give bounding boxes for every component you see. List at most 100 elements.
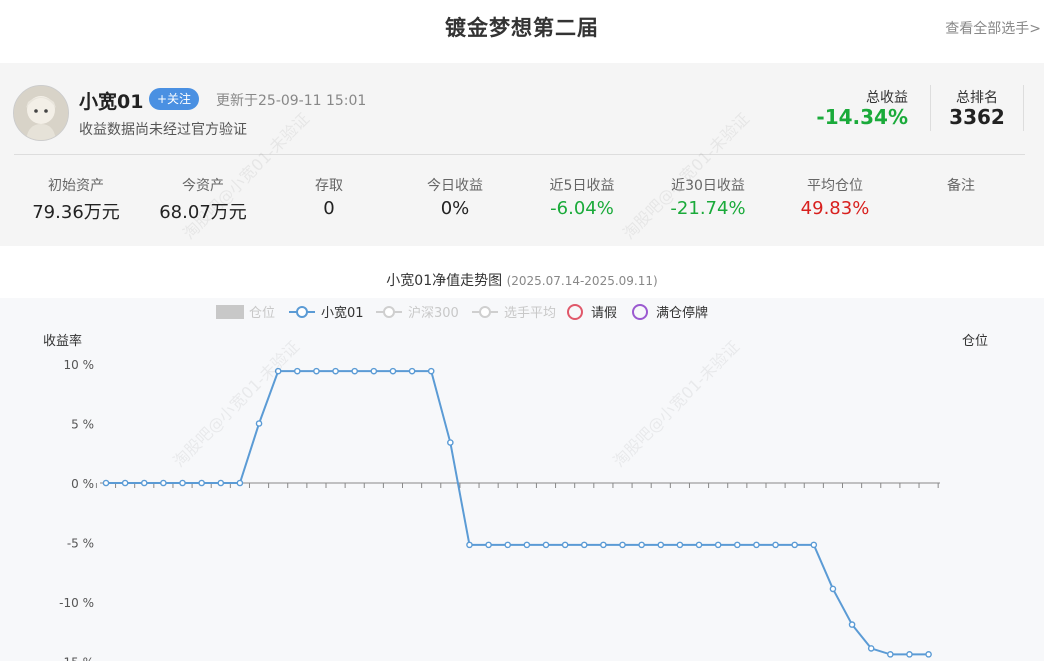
- chart-title: 小宽01净值走势图 (2025.07.14-2025.09.11): [0, 270, 1044, 290]
- data-point: [829, 585, 837, 593]
- data-point: [427, 367, 435, 375]
- legend-swatch: [383, 306, 395, 318]
- top-bar: 镀金梦想第二届 查看全部选手>: [0, 0, 1044, 62]
- data-point: [580, 541, 588, 549]
- legend-item[interactable]: 请假: [567, 304, 617, 321]
- data-point: [887, 651, 894, 658]
- legend-item[interactable]: 满仓停牌: [632, 304, 708, 321]
- stat-label: 今资产: [182, 178, 224, 194]
- data-point: [695, 541, 703, 549]
- stat-value: 68.07万元: [159, 202, 247, 223]
- stat-value: -21.74%: [670, 198, 746, 219]
- data-point: [389, 367, 397, 375]
- data-point: [293, 367, 301, 375]
- stat-label: 初始资产: [48, 178, 104, 194]
- data-point: [255, 420, 263, 427]
- data-point: [867, 645, 875, 652]
- legend-swatch: [216, 305, 244, 319]
- stat-value: 0: [323, 198, 335, 219]
- stat-remarks: 备注: [901, 175, 1021, 198]
- data-point: [140, 479, 148, 487]
- data-point: [504, 541, 512, 549]
- data-point: [772, 541, 779, 549]
- data-point: [447, 439, 454, 446]
- data-point: [600, 541, 607, 549]
- data-point: [236, 479, 244, 487]
- data-point: [370, 367, 378, 375]
- data-point: [714, 541, 722, 549]
- legend-label: 满仓停牌: [656, 305, 708, 321]
- y-tick-label: 0 %: [71, 477, 94, 491]
- avatar[interactable]: [13, 85, 69, 141]
- chart-date-range: (2025.07.14-2025.09.11): [506, 274, 658, 288]
- data-point: [848, 621, 856, 628]
- data-point: [906, 651, 913, 658]
- data-point: [179, 479, 186, 487]
- y-axis-label-left: 收益率: [43, 333, 82, 349]
- page-title: 镀金梦想第二届: [445, 16, 599, 40]
- legend-label: 小宽01: [321, 305, 364, 321]
- y-tick-label: -10 %: [59, 596, 94, 610]
- stat-label: 近5日收益: [549, 178, 615, 194]
- y-axis-label-right: 仓位: [962, 334, 988, 349]
- stat-value: -6.04%: [550, 198, 614, 219]
- total-return-value: -14.34%: [816, 105, 908, 129]
- legend-swatch: [296, 306, 308, 318]
- chart-axes: 10 % 5 % 0 % -5 % -10 % -15 %: [59, 358, 940, 661]
- data-point: [810, 541, 818, 549]
- view-all-players-link[interactable]: 查看全部选手>: [945, 18, 1041, 38]
- data-point: [542, 541, 550, 549]
- stat-initial-assets: 初始资产 79.36万元: [16, 175, 136, 224]
- avatar-illustration: [14, 86, 68, 140]
- return-chart: 仓位 小宽01 沪深300 选手平均 请假 满仓停牌 收益率 仓位 10 % 5 % 0 % -…: [43, 304, 988, 661]
- y-tick-label: -15 %: [59, 656, 94, 661]
- data-point: [121, 479, 129, 487]
- data-point: [619, 541, 626, 549]
- stat-value: 49.83%: [800, 198, 870, 219]
- data-point: [313, 367, 320, 375]
- total-rank-label: 总排名: [956, 90, 998, 106]
- chart-title-text: 小宽01净值走势图: [386, 273, 503, 289]
- data-point: [217, 479, 225, 487]
- stat-label: 平均仓位: [807, 178, 863, 194]
- data-point: [408, 367, 416, 375]
- stat-label: 近30日收益: [671, 178, 745, 194]
- legend-item[interactable]: 仓位: [216, 305, 275, 321]
- stat-label: 存取: [315, 178, 343, 194]
- legend-item[interactable]: 选手平均: [472, 306, 556, 321]
- stat-30day-return: 近30日收益 -21.74%: [648, 175, 768, 219]
- legend-label: 仓位: [249, 306, 275, 321]
- stat-label: 今日收益: [427, 178, 483, 194]
- stat-5day-return: 近5日收益 -6.04%: [522, 175, 642, 219]
- stat-value: 0%: [440, 198, 470, 219]
- stat-label: 备注: [947, 178, 975, 194]
- updated-timestamp: 更新于25-09-11 15:01: [216, 93, 367, 109]
- data-point: [160, 479, 167, 487]
- watermark: 淘股吧@小宽01-未验证: [609, 337, 743, 471]
- data-point: [102, 479, 110, 487]
- data-point: [791, 541, 798, 549]
- divider: [14, 154, 1025, 155]
- divider: [1023, 85, 1024, 131]
- data-point: [676, 541, 684, 549]
- data-point: [638, 541, 645, 549]
- legend-item[interactable]: 沪深300: [376, 305, 459, 321]
- data-point: [351, 367, 358, 375]
- y-tick-label: 5 %: [71, 418, 94, 432]
- chart-legend: 仓位 小宽01 沪深300 选手平均 请假 满仓停牌: [216, 304, 708, 321]
- total-return-label: 总收益: [866, 90, 908, 106]
- total-rank-value: 3362: [949, 105, 1005, 129]
- legend-label: 沪深300: [408, 305, 459, 321]
- stat-deposit-withdraw: 存取 0: [269, 175, 389, 219]
- legend-swatch: [567, 304, 583, 320]
- legend-label: 选手平均: [504, 306, 556, 321]
- data-point: [198, 479, 205, 487]
- user-name: 小宽01: [79, 91, 144, 113]
- legend-item[interactable]: 小宽01: [289, 305, 364, 321]
- data-point: [753, 541, 760, 549]
- data-point: [523, 541, 531, 549]
- y-tick-label: 10 %: [64, 358, 95, 372]
- stat-value: 79.36万元: [32, 202, 120, 223]
- stat-avg-position: 平均仓位 49.83%: [775, 175, 895, 219]
- follow-button[interactable]: +关注: [149, 88, 200, 110]
